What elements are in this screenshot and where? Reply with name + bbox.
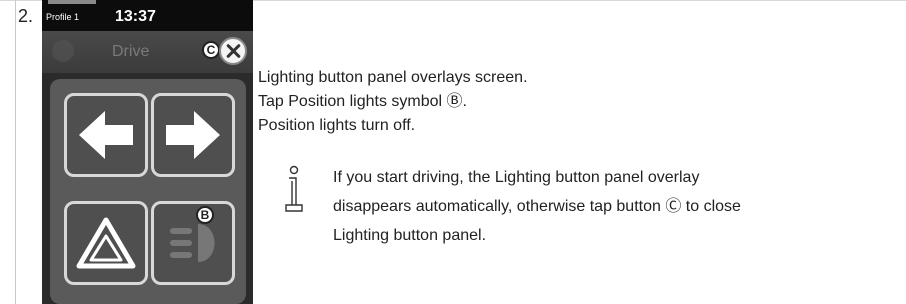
screen-title: Drive [112, 43, 150, 60]
arrow-left-icon [79, 111, 133, 159]
callout-b: B [196, 206, 214, 224]
frame-left-column [0, 0, 16, 304]
title-bar: Drive C [42, 31, 253, 73]
left-indicator-button[interactable] [64, 93, 148, 177]
drive-mode-icon [52, 40, 74, 62]
instruction-line-2: Tap Position lights symbol Ⓑ. [258, 93, 467, 110]
close-icon[interactable] [219, 37, 247, 65]
callout-c: C [202, 41, 220, 59]
step-number: 2. [18, 6, 34, 26]
instruction-line-1: Lighting button panel overlays screen. [258, 69, 528, 86]
hazard-warning-icon [76, 217, 136, 269]
clock: 13:37 [115, 8, 156, 25]
lighting-button-panel [50, 79, 246, 304]
note-line-3: Lighting button panel. [333, 227, 487, 244]
note-text: If you start driving, the Lighting butto… [333, 163, 741, 250]
status-bar: Profile 1 13:37 [42, 0, 253, 31]
profile-label: Profile 1 [46, 12, 80, 22]
device-screen: Profile 1 13:37 Drive C B [42, 0, 253, 304]
position-lights-button[interactable] [151, 201, 235, 285]
status-indicator [48, 0, 96, 4]
arrow-right-icon [166, 111, 220, 159]
hazard-lights-button[interactable] [64, 201, 148, 285]
info-icon [285, 165, 303, 212]
position-lights-icon [170, 224, 215, 262]
instruction-line-3: Position lights turn off. [258, 117, 416, 134]
right-indicator-button[interactable] [151, 93, 235, 177]
note-line-1: If you start driving, the Lighting butto… [333, 169, 700, 186]
note-line-2: disappears automatically, otherwise tap … [333, 198, 741, 215]
